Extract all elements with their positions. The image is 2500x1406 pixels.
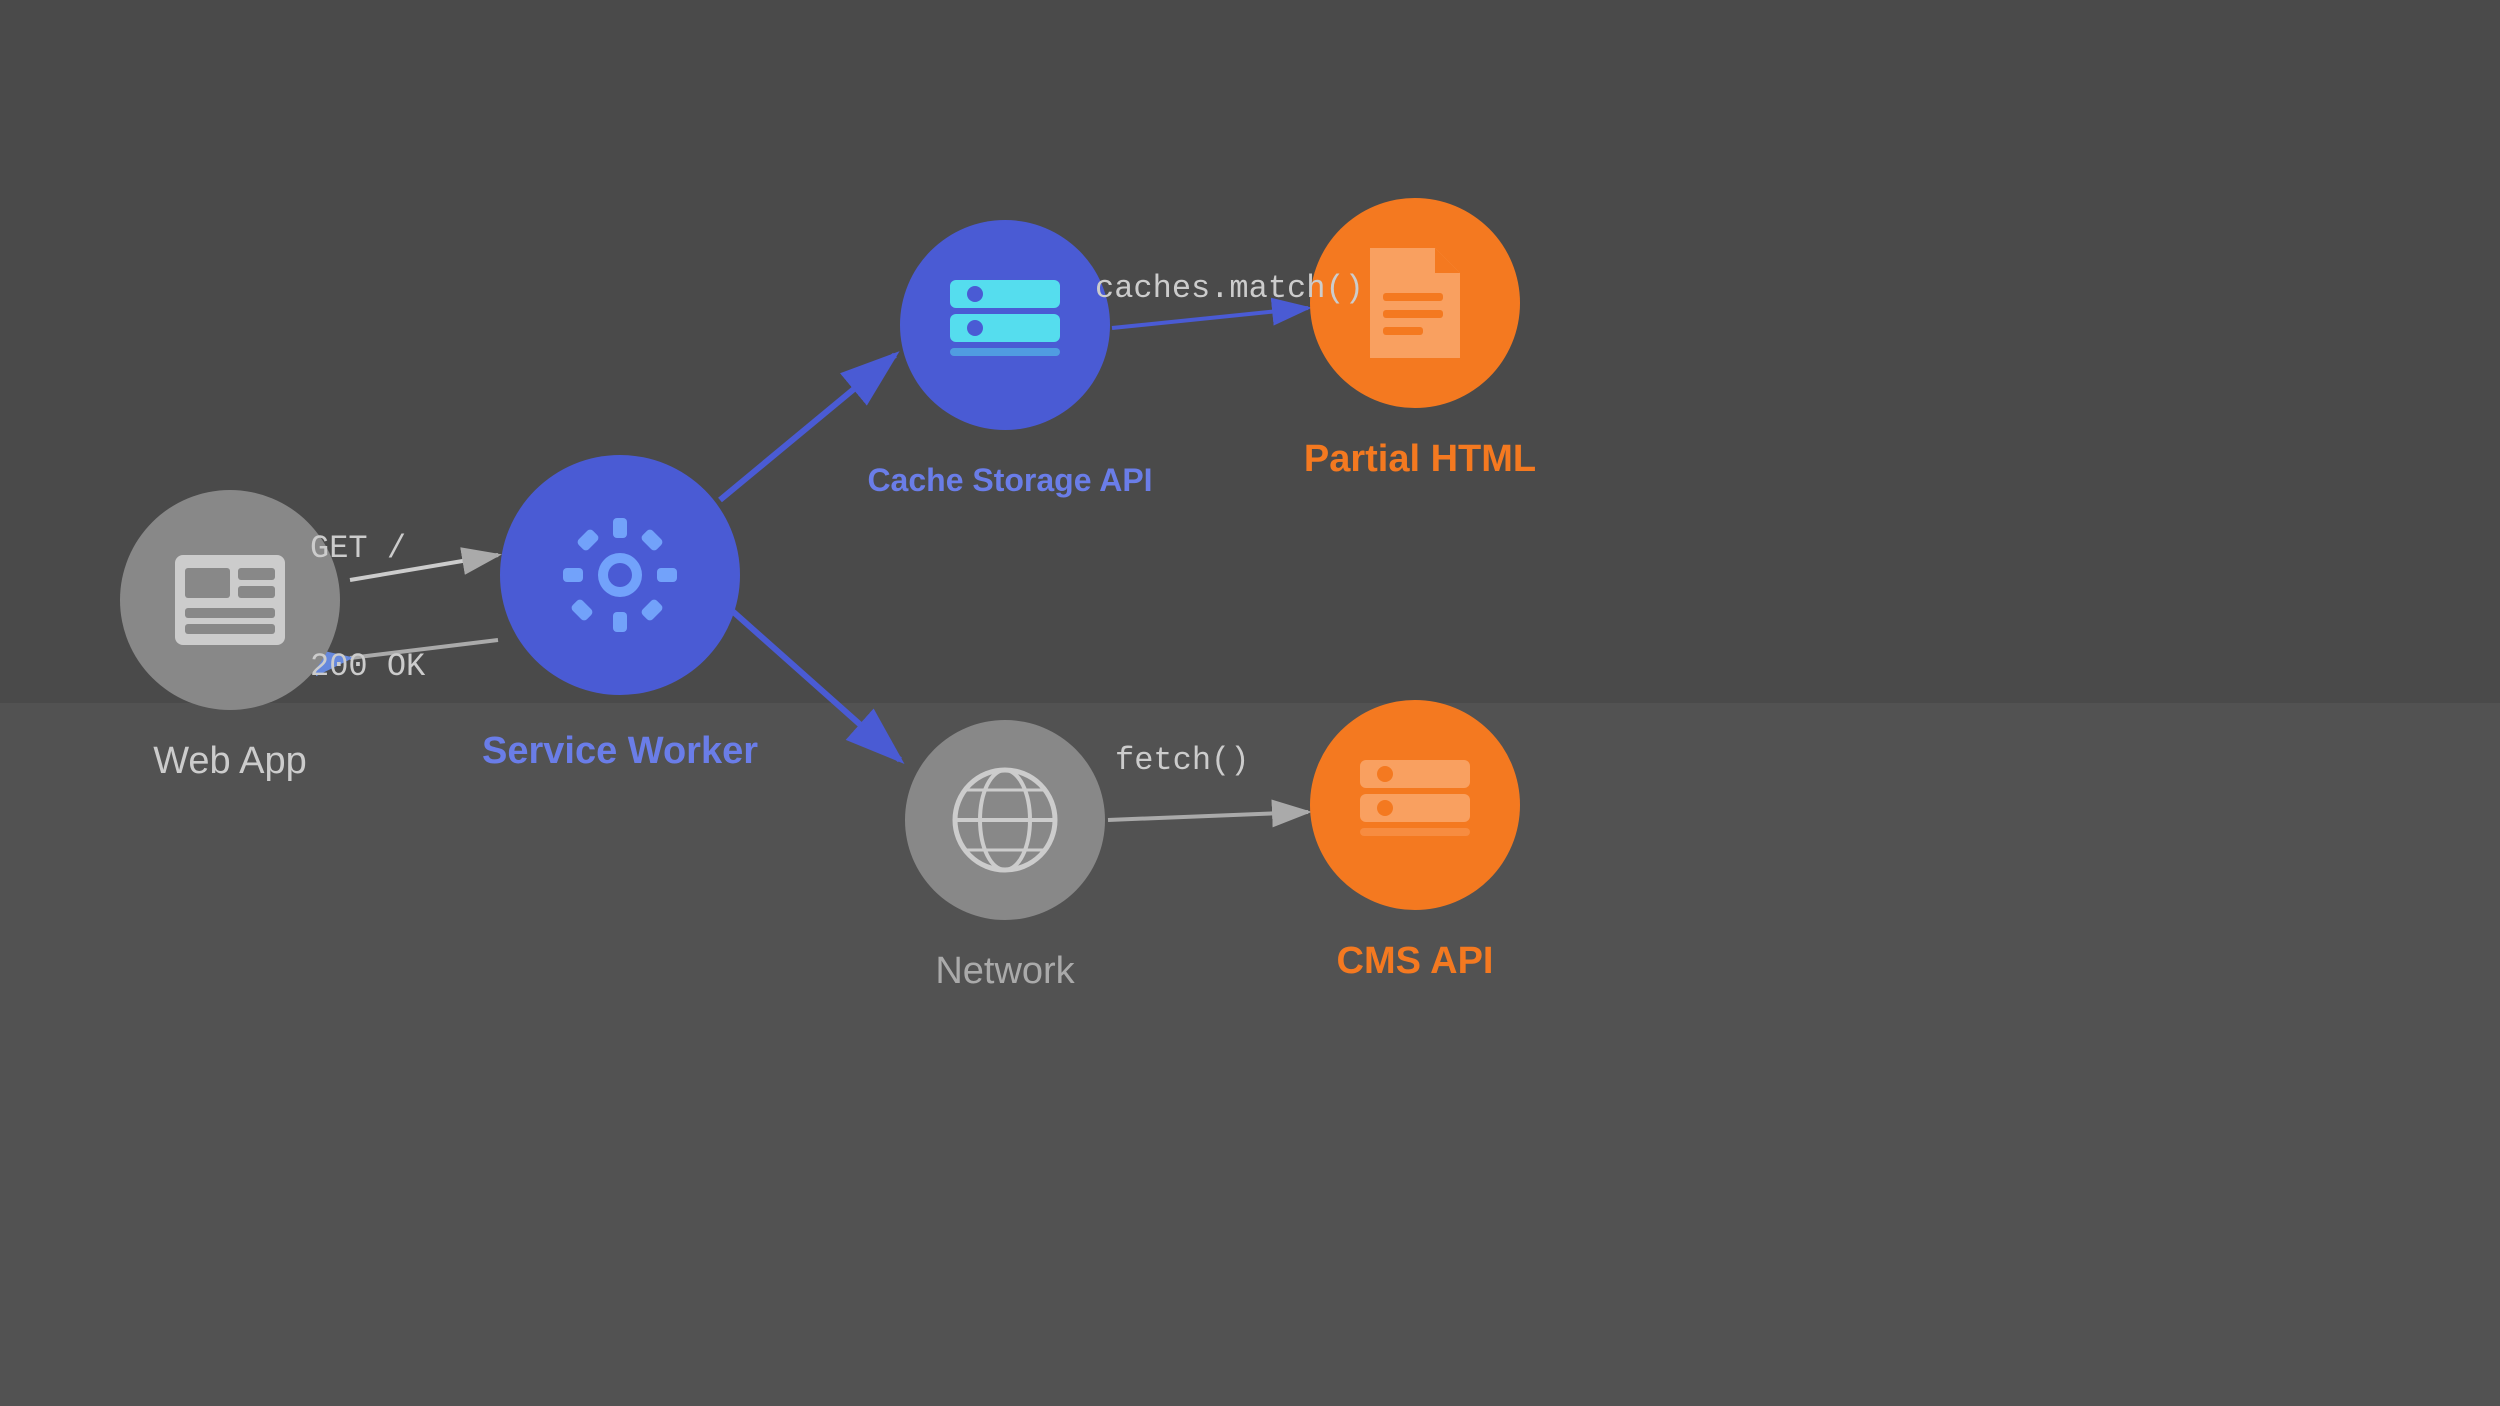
caches-match-label: caches.match() (1095, 270, 1364, 307)
background-bottom (0, 703, 2500, 1406)
service-worker-label: Service Worker (420, 730, 820, 773)
cms-api-label: CMS API (1275, 940, 1555, 983)
cache-storage-label: Cache Storage API (830, 462, 1190, 499)
network-label: Network (855, 950, 1155, 993)
web-app-circle (120, 490, 340, 710)
web-app-label: Web App (40, 740, 420, 783)
cms-api-circle (1310, 700, 1520, 910)
service-worker-circle (500, 455, 740, 695)
network-circle (905, 720, 1105, 920)
fetch-label: fetch() (1115, 742, 1249, 779)
background-top (0, 0, 2500, 703)
ok-label: 200 OK (310, 648, 425, 685)
partial-html-label: Partial HTML (1230, 438, 1610, 481)
cache-storage-circle (900, 220, 1110, 430)
get-label: GET / (310, 530, 406, 567)
